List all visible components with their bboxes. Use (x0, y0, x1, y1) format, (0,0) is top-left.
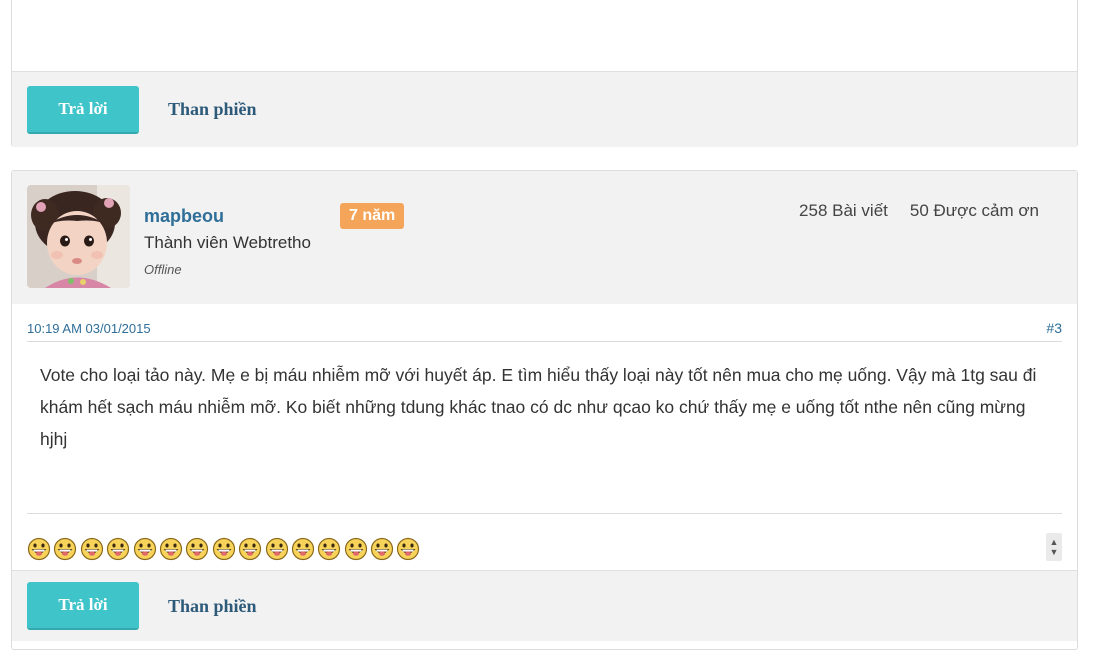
post-card: mapbeou 7 năm Thành viên Webtretho Offli… (11, 170, 1078, 650)
post-number-link[interactable]: #3 (1046, 320, 1062, 336)
avatar[interactable] (27, 185, 130, 288)
avatar-image (27, 185, 130, 288)
tongue-out-emoji-icon[interactable] (159, 537, 183, 561)
membership-years-badge: 7 năm (340, 203, 405, 229)
chevron-down-icon[interactable]: ▼ (1050, 547, 1059, 557)
post-count: 258 Bài viết (799, 201, 888, 220)
tongue-out-emoji-icon[interactable] (317, 537, 341, 561)
tongue-out-emoji-icon[interactable] (212, 537, 236, 561)
previous-post-action-bar: Trả lời Than phiền (12, 71, 1077, 147)
tongue-out-emoji-icon[interactable] (106, 537, 130, 561)
tongue-out-emoji-icon[interactable] (396, 537, 420, 561)
complain-link[interactable]: Than phiền (168, 596, 257, 617)
post-content: Vote cho loại tảo này. Mẹ e bị máu nhiễm… (40, 365, 1037, 449)
thanks-count: 50 Được cảm ơn (909, 201, 1039, 220)
tongue-out-emoji-icon[interactable] (344, 537, 368, 561)
post-header: mapbeou 7 năm Thành viên Webtretho Offli… (12, 171, 1077, 304)
tongue-out-emoji-icon[interactable] (133, 537, 157, 561)
online-status: Offline (144, 262, 182, 277)
post-meta-row: 10:19 AM 03/01/2015 #3 (27, 315, 1062, 342)
emoji-row (27, 537, 420, 561)
tongue-out-emoji-icon[interactable] (291, 537, 315, 561)
chevron-up-icon[interactable]: ▲ (1050, 537, 1059, 547)
content-divider (27, 513, 1062, 514)
post-action-bar: Trả lời Than phiền (12, 570, 1077, 641)
tongue-out-emoji-icon[interactable] (53, 537, 77, 561)
reply-button[interactable]: Trả lời (27, 85, 139, 134)
previous-post-card: Trả lời Than phiền (11, 0, 1078, 147)
tongue-out-emoji-icon[interactable] (265, 537, 289, 561)
tongue-out-emoji-icon[interactable] (238, 537, 262, 561)
previous-post-body (12, 0, 1077, 71)
username-link[interactable]: mapbeou (144, 206, 224, 227)
tongue-out-emoji-icon[interactable] (80, 537, 104, 561)
tongue-out-emoji-icon[interactable] (27, 537, 51, 561)
user-stats: 258 Bài viết 50 Được cảm ơn (799, 201, 1039, 221)
reply-button[interactable]: Trả lời (27, 582, 139, 630)
emoji-scroll-spinner[interactable]: ▲ ▼ (1046, 533, 1062, 561)
member-title: Thành viên Webtretho (144, 233, 311, 252)
complain-link[interactable]: Than phiền (168, 99, 257, 120)
tongue-out-emoji-icon[interactable] (185, 537, 209, 561)
post-timestamp: 10:19 AM 03/01/2015 (27, 320, 151, 336)
tongue-out-emoji-icon[interactable] (370, 537, 394, 561)
